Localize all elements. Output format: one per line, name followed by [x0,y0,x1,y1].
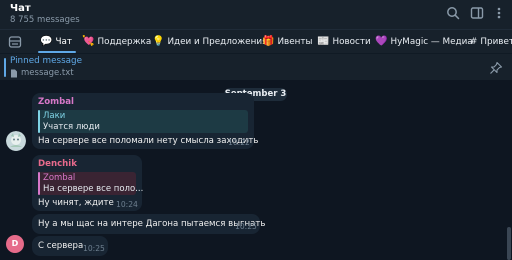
avatar[interactable] [6,131,26,151]
tab-label: HyMagic — Медиа [390,37,473,47]
pin-icon[interactable] [489,61,503,75]
topic-tabs: 💬 Чат 💘 Поддержка 💡 Идеи и Предложения 🎁… [0,29,512,53]
tab-label: Привет! [480,37,512,47]
tab-media[interactable]: 💜 HyMagic — Медиа [375,35,473,49]
tab-support[interactable]: 💘 Поддержка [82,35,151,49]
reply-text: На сервере все поло... [43,184,144,194]
message-time: 10:25 [235,222,257,231]
tab-label: Поддержка [97,37,152,47]
message-text: С сервера [38,241,84,251]
more-vertical-icon[interactable] [492,6,506,20]
gift-icon: 🎁 [262,36,275,47]
newspaper-icon: 📰 [317,36,330,47]
pinned-filename: message.txt [21,68,74,78]
tab-ideas[interactable]: 💡 Идеи и Предложения [152,35,267,49]
purple-heart-icon: 💜 [375,36,388,47]
file-icon [11,69,17,77]
message-text: На сервере все поломали нету смысла захо… [38,136,259,146]
heart-arrow-icon: 💘 [82,36,95,47]
message-bubble[interactable]: Zombal Лаки Учатся люди На сервере все п… [32,93,258,149]
message-time: 10:25 [83,244,105,253]
light-bulb-icon: 💡 [152,36,165,47]
topics-list-icon[interactable] [8,35,22,49]
message-text: Ну чинят, ждите [38,198,114,208]
reply-name: Лаки [43,111,66,121]
reply-name: Zombal [43,173,76,183]
chat-title: Чат [10,3,31,14]
tab-label: Ивенты [277,37,313,47]
message-list: September 3 Zombal Лаки Учатся люди На с… [0,80,512,260]
tab-chat[interactable]: 💬 Чат [40,35,72,49]
reply-text: Учатся люди [43,122,100,132]
tab-label: Чат [55,37,72,47]
sender-name[interactable]: Denchik [38,159,77,169]
reply-accent-bar [38,110,40,133]
message-time: 10:24 [116,200,138,209]
scrollbar[interactable] [507,227,511,260]
tab-news[interactable]: 📰 Новости [317,35,371,49]
tab-events[interactable]: 🎁 Ивенты [262,35,312,49]
reply-quote[interactable]: Zombal На сервере все поло... [38,172,143,195]
message-count: 8 755 messages [10,15,80,25]
pinned-message-bar[interactable]: Pinned message message.txt [0,53,512,80]
reply-quote[interactable]: Лаки Учатся люди [38,110,248,133]
message-bubble[interactable]: Denchik Zombal На сервере все поло... Ну… [32,155,143,211]
sender-name[interactable]: Zombal [38,97,74,107]
pinned-accent-bar [4,58,6,77]
hash-icon: # [470,37,478,47]
tab-hello[interactable]: # Привет! [470,35,512,49]
avatar[interactable]: D [6,235,24,253]
pinned-text: message.txt [10,68,74,78]
message-bubble[interactable]: С сервера 10:25 [32,236,108,256]
sidebar-toggle-icon[interactable] [470,6,484,20]
reply-accent-bar [38,172,40,195]
search-icon[interactable] [446,6,460,20]
message-text: Ну а мы щас на интере Дагона пытаемся вы… [38,219,266,229]
speech-bubble-icon: 💬 [40,36,53,47]
message-bubble[interactable]: Ну а мы щас на интере Дагона пытаемся вы… [32,214,265,234]
message-time: 10:22 [228,138,250,147]
pinned-title: Pinned message [10,56,83,66]
chat-header: Чат 8 755 messages [0,0,512,29]
tab-label: Новости [332,37,371,47]
tab-label: Идеи и Предложения [167,37,268,47]
